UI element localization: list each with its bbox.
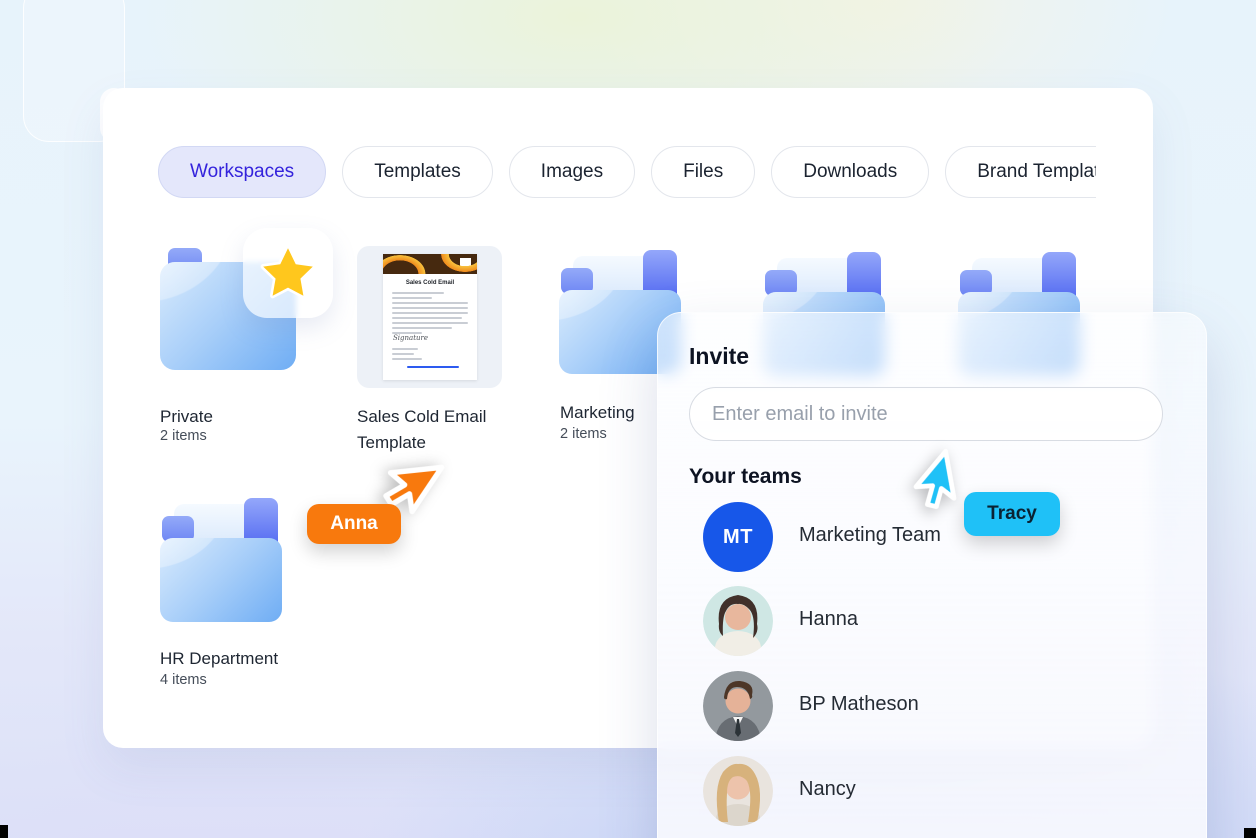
template-signature: Signature	[393, 334, 429, 342]
template-footer-lines	[392, 348, 432, 363]
folder-private-meta: 2 items	[160, 428, 207, 444]
folder-hr-meta: 4 items	[160, 672, 207, 688]
folder-marketing-name: Marketing	[560, 403, 635, 422]
tracy-cursor-label: Tracy	[964, 492, 1060, 536]
folder-hr-department[interactable]	[160, 498, 282, 622]
anna-cursor-name: Anna	[330, 513, 378, 534]
tracy-cursor-name: Tracy	[987, 503, 1037, 524]
team-row-name: BP Matheson	[799, 693, 919, 715]
team-row-nancy[interactable]: Nancy	[658, 756, 1206, 830]
invite-email-input[interactable]	[689, 387, 1163, 441]
hanna-portrait	[703, 586, 773, 656]
tab-images[interactable]: Images	[508, 146, 636, 198]
folder-hr-name: HR Department	[160, 649, 279, 668]
tab-downloads[interactable]: Downloads	[771, 146, 930, 198]
folder-private-name: Private	[160, 407, 213, 426]
bp-matheson-avatar	[703, 671, 773, 741]
marketing-team-avatar: MT	[703, 502, 773, 572]
folder-marketing-meta: 2 items	[560, 426, 607, 442]
template-logo	[460, 258, 471, 270]
template-doc-title: Sales Cold Email	[405, 280, 455, 286]
avatar-initials: MT	[723, 525, 753, 548]
team-row-name: Hanna	[799, 608, 858, 630]
team-row-bp-matheson[interactable]: BP Matheson	[658, 671, 1206, 745]
team-row-name: Marketing Team	[799, 524, 941, 546]
screen-corner-artifact	[0, 825, 8, 838]
template-name: Sales Cold Email Template	[357, 407, 487, 452]
template-sales-cold-email[interactable]: Sales Cold Email Signature	[357, 246, 502, 388]
template-link-line	[407, 366, 459, 368]
tab-files[interactable]: Files	[651, 146, 756, 198]
template-page: Sales Cold Email Signature	[383, 254, 477, 380]
invite-panel: Invite Your teams MT Marketing Team Hann…	[657, 312, 1207, 838]
tab-brand-templates[interactable]: Brand Templates	[945, 146, 1096, 198]
template-text-lines	[392, 292, 468, 337]
tab-templates[interactable]: Templates	[342, 146, 493, 198]
tab-bar: Workspaces Templates Images Files Downlo…	[158, 146, 1096, 202]
teams-heading: Your teams	[689, 465, 802, 488]
template-header-art	[383, 254, 477, 274]
folder-body	[160, 538, 282, 622]
star-icon	[260, 245, 316, 299]
bp-matheson-portrait	[703, 671, 773, 741]
nancy-avatar	[703, 756, 773, 826]
nancy-portrait	[703, 756, 773, 826]
tab-workspaces[interactable]: Workspaces	[158, 146, 327, 198]
team-row-hanna[interactable]: Hanna	[658, 586, 1206, 660]
anna-cursor-label: Anna	[307, 504, 401, 544]
workspace-screen: Workspaces Templates Images Files Downlo…	[0, 0, 1256, 838]
invite-title: Invite	[689, 343, 750, 369]
team-row-name: Nancy	[799, 778, 856, 800]
screen-corner-artifact	[1244, 828, 1256, 838]
star-badge	[243, 228, 333, 318]
hanna-avatar	[703, 586, 773, 656]
